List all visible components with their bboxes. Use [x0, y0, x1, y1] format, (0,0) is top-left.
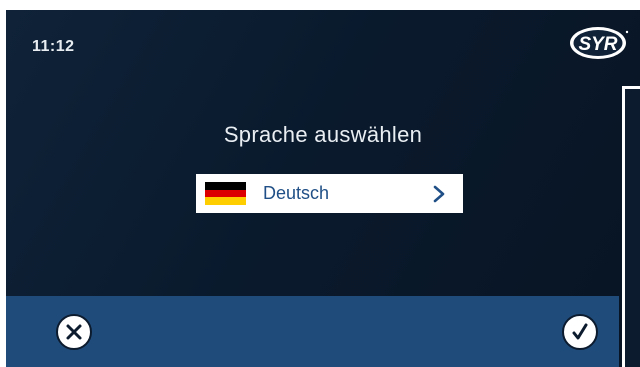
- page-title: Sprache auswählen: [223, 122, 423, 147]
- germany-flag-icon: [205, 182, 246, 206]
- close-icon: [66, 324, 82, 340]
- action-bar: [6, 296, 619, 367]
- logo-text: SYR: [578, 34, 617, 55]
- cancel-button[interactable]: [56, 314, 92, 350]
- status-time: 11:12: [32, 38, 75, 55]
- language-select[interactable]: Deutsch: [196, 174, 463, 213]
- chevron-right-icon: [433, 185, 445, 202]
- confirm-button[interactable]: [562, 314, 598, 350]
- device-screen: 11:12 SYR Sprache auswählen Deutsch: [6, 10, 640, 367]
- checkmark-icon: [572, 323, 588, 340]
- syr-logo: SYR: [569, 24, 629, 62]
- language-select-label: Deutsch: [263, 183, 330, 203]
